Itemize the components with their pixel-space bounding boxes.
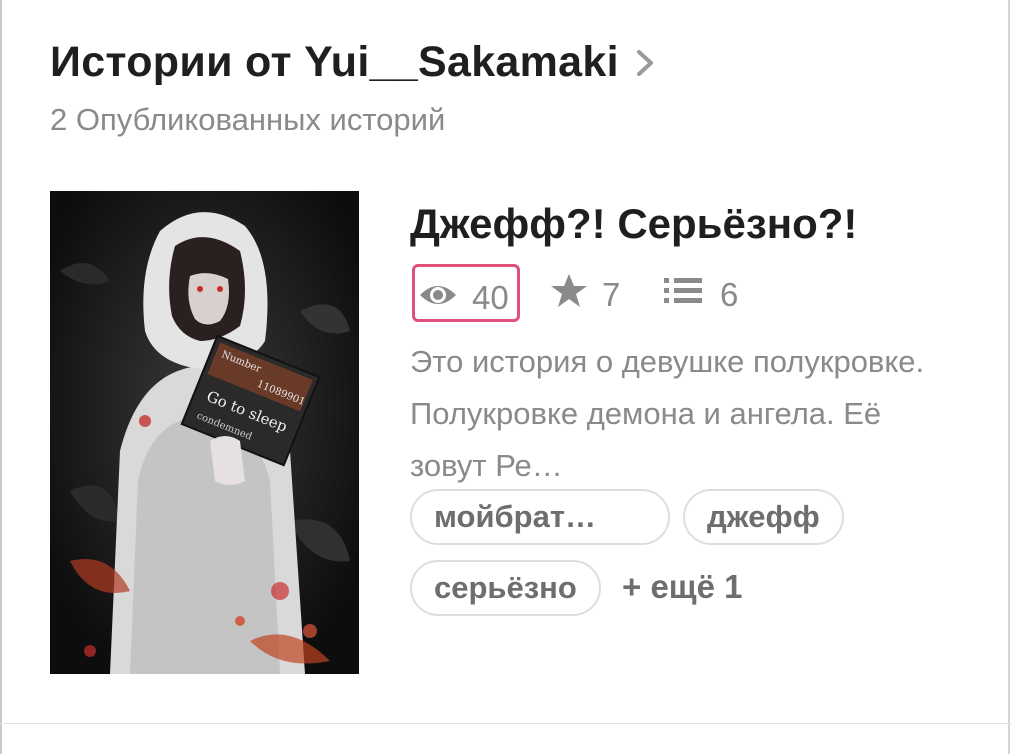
story-title[interactable]: Джефф?! Серьёзно?!	[410, 200, 857, 248]
chevron-right-icon	[633, 44, 659, 82]
story-description: Это история о девушке полукровке. Полукр…	[410, 344, 925, 483]
parts-stat: 6	[664, 270, 738, 320]
parts-count: 6	[720, 276, 739, 313]
votes-count: 7	[602, 276, 621, 313]
views-stat: 40	[412, 264, 522, 326]
tag-chip[interactable]: мойбрат…	[410, 489, 670, 545]
tag-chip[interactable]: джефф	[683, 489, 844, 545]
section-header[interactable]: Истории от Yui__Sakamaki	[50, 38, 659, 87]
more-tags-link[interactable]: + ещё 1	[622, 568, 743, 606]
star-icon	[550, 273, 588, 317]
story-cover-image[interactable]: Number 11089901 Go to sleep condemned	[50, 191, 359, 674]
divider	[0, 723, 1012, 724]
section-title: Истории от Yui__Sakamaki	[50, 38, 619, 86]
list-icon	[664, 276, 704, 314]
votes-stat: 7	[550, 270, 620, 320]
published-count: 2 Опубликованных историй	[50, 102, 446, 137]
views-highlight-box	[412, 264, 520, 322]
tag-chip[interactable]: серьёзно	[410, 560, 601, 616]
